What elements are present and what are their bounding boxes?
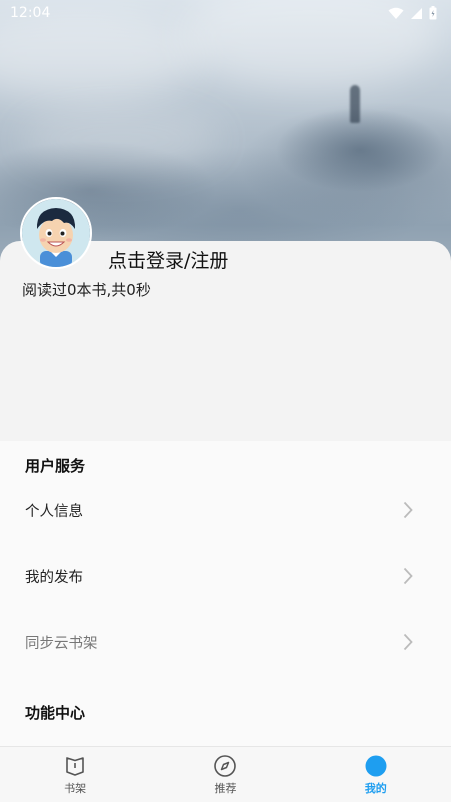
avatar-cartoon-icon [22, 199, 90, 267]
section-title-user-services: 用户服务 [25, 457, 86, 475]
nav-tab-label: 我的 [364, 781, 387, 795]
compass-icon [214, 754, 237, 777]
menu-item-label: 我的发布 [25, 569, 83, 586]
menu-item-personal-info[interactable]: 个人信息 [0, 477, 451, 543]
bottom-navigation: 书架 推荐 我的 [0, 746, 451, 802]
nav-tab-label: 推荐 [214, 781, 237, 795]
menu-item-label: 个人信息 [25, 503, 83, 520]
wifi-icon [388, 7, 404, 19]
chevron-right-icon [403, 633, 413, 651]
section-title-function-center: 功能中心 [25, 704, 86, 722]
bookshelf-icon [66, 756, 84, 776]
status-bar: 12:04 [0, 0, 451, 26]
menu-item-my-posts[interactable]: 我的发布 [0, 543, 451, 609]
status-time: 12:04 [10, 5, 51, 21]
signal-icon [411, 7, 422, 19]
login-register-link[interactable]: 点击登录/注册 [108, 246, 228, 273]
avatar[interactable] [20, 197, 92, 269]
nav-tab-mine[interactable]: 我的 [301, 747, 451, 802]
nav-tab-label: 书架 [64, 781, 87, 795]
status-icons [388, 6, 437, 20]
profile-dot-icon [365, 755, 387, 776]
chevron-right-icon [403, 501, 413, 519]
menu-item-sync-cloud-bookshelf[interactable]: 同步云书架 [0, 609, 451, 675]
nav-tab-bookshelf[interactable]: 书架 [0, 747, 150, 802]
nav-tab-recommend[interactable]: 推荐 [150, 747, 300, 802]
battery-icon [429, 6, 437, 20]
menu-item-label: 同步云书架 [25, 635, 98, 652]
chevron-right-icon [403, 567, 413, 585]
reading-stats: 阅读过0本书,共0秒 [22, 281, 151, 299]
